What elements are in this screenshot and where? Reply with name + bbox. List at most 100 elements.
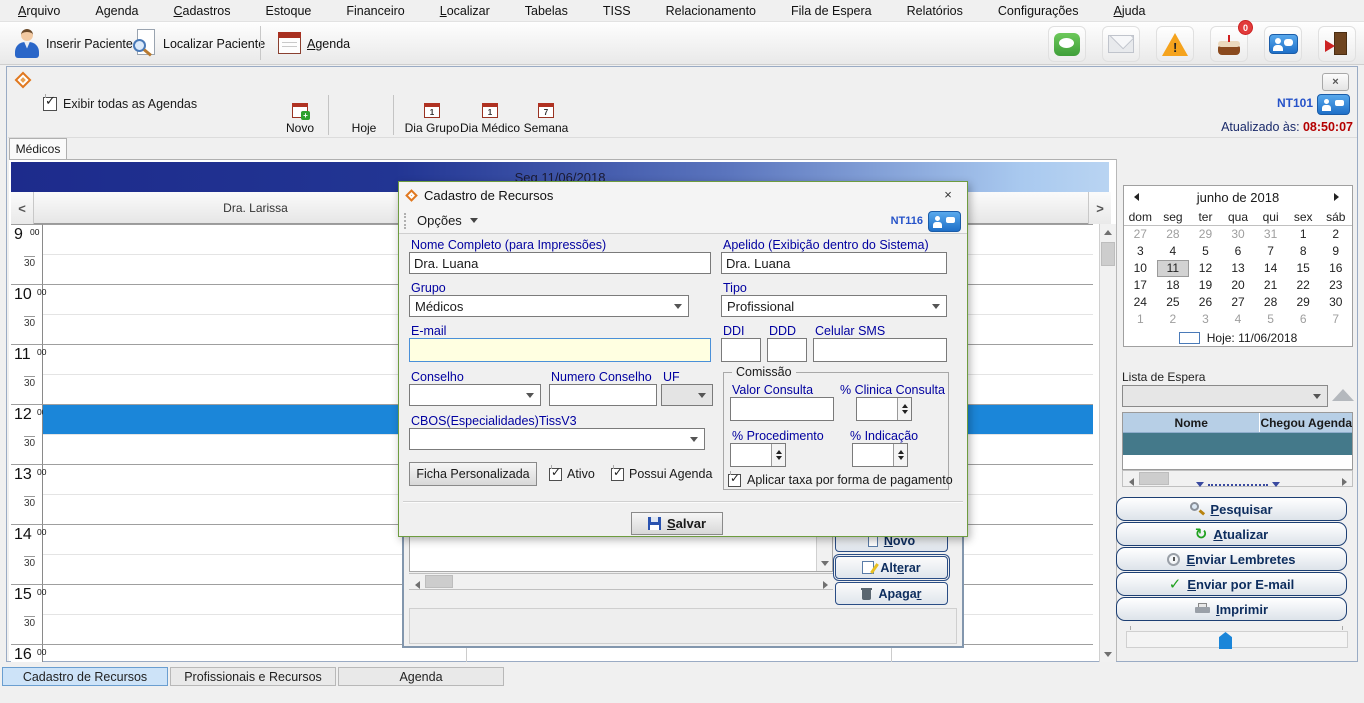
menu-item-financeiro[interactable]: Financeiro [346, 4, 404, 18]
slider-thumb[interactable] [1219, 632, 1232, 649]
alterar-button[interactable]: Alterar [835, 556, 948, 579]
enviar-email-button[interactable]: ✓ Enviar por E-mail [1116, 572, 1347, 596]
messages-icon[interactable] [1317, 94, 1350, 115]
valor-consulta-input[interactable] [730, 397, 834, 421]
panel-close-button[interactable]: × [1322, 73, 1349, 91]
salvar-button[interactable]: Salvar [631, 512, 723, 535]
tab-cadastro-de-recursos[interactable]: Cadastro de Recursos [2, 667, 168, 686]
table-row[interactable] [1123, 433, 1352, 455]
atualizar-button[interactable]: ↻ Atualizar [1116, 522, 1347, 546]
calendar-day[interactable]: 1 [1287, 226, 1320, 243]
exit-icon[interactable] [1318, 26, 1356, 62]
menu-item-relatorios[interactable]: Relatórios [907, 4, 963, 18]
messages-icon[interactable] [928, 211, 961, 232]
calendar-day[interactable]: 18 [1157, 277, 1190, 294]
scroll-up-icon[interactable] [1100, 224, 1116, 240]
calendar-day[interactable]: 28 [1157, 226, 1190, 243]
insert-patient-button[interactable]: Inserir Paciente [8, 25, 139, 62]
calendar-day[interactable]: 29 [1189, 226, 1222, 243]
menu-item-cadastros[interactable]: Cadastros [174, 4, 231, 18]
ativo-checkbox[interactable]: ✓ Ativo [549, 467, 595, 481]
calendar-day[interactable]: 6 [1287, 311, 1320, 328]
imprimir-button[interactable]: Imprimir [1116, 597, 1347, 621]
ficha-personalizada-button[interactable]: Ficha Personalizada [409, 462, 537, 486]
find-patient-button[interactable]: Localizar Paciente [127, 25, 271, 62]
menu-item-arquivo[interactable]: Arquivo [18, 4, 60, 18]
email-input[interactable] [409, 338, 711, 362]
calendar-day[interactable]: 3 [1124, 243, 1157, 260]
dia-medico-button[interactable]: 1 Dia Médico [461, 95, 519, 135]
calendar-day[interactable]: 31 [1254, 226, 1287, 243]
agenda-toolbar-button[interactable]: Agenda [272, 25, 356, 62]
calendar-day[interactable]: 5 [1189, 243, 1222, 260]
calendar-day[interactable]: 13 [1222, 260, 1255, 277]
ddd-input[interactable] [767, 338, 807, 362]
waitlist-table[interactable]: Nome Chegou Agenda [1122, 412, 1353, 470]
calendar-day[interactable]: 10 [1124, 260, 1157, 277]
ddi-input[interactable] [721, 338, 761, 362]
calendar-day[interactable]: 25 [1157, 294, 1190, 311]
today-row[interactable]: Hoje: 11/06/2018 [1124, 328, 1352, 347]
calendar-day[interactable]: 4 [1222, 311, 1255, 328]
zoom-slider[interactable] [1126, 631, 1348, 648]
menu-item-localizar[interactable]: Localizar [440, 4, 490, 18]
calendar-day[interactable]: 30 [1319, 294, 1352, 311]
menu-item-fila-de-espera[interactable]: Fila de Espera [791, 4, 872, 18]
calendar-day[interactable]: 16 [1319, 260, 1352, 277]
scrollbar-thumb[interactable] [1101, 242, 1115, 266]
calendar-day[interactable]: 9 [1319, 243, 1352, 260]
procedimento-spinner[interactable] [730, 443, 786, 467]
calendar-day[interactable]: 24 [1124, 294, 1157, 311]
menu-item-estoque[interactable]: Estoque [265, 4, 311, 18]
indicacao-spinner[interactable] [852, 443, 908, 467]
apelido-input[interactable] [721, 252, 947, 274]
calendar-day[interactable]: 22 [1287, 277, 1320, 294]
tab-medicos[interactable]: Médicos [9, 138, 67, 159]
calendar-day[interactable]: 2 [1319, 226, 1352, 243]
calendar-day[interactable]: 17 [1124, 277, 1157, 294]
mail-icon[interactable] [1102, 26, 1140, 62]
agenda-vertical-scrollbar[interactable] [1099, 224, 1116, 662]
numero-conselho-input[interactable] [549, 384, 657, 406]
calendar-day[interactable]: 6 [1222, 243, 1255, 260]
scroll-left-icon[interactable] [1125, 474, 1137, 490]
enviar-lembretes-button[interactable]: Enviar Lembretes [1116, 547, 1347, 571]
calendar-day[interactable]: 27 [1124, 226, 1157, 243]
calendar-day-selected[interactable]: 11 [1157, 260, 1190, 277]
calendar-day[interactable]: 12 [1189, 260, 1222, 277]
calendar-day[interactable]: 20 [1222, 277, 1255, 294]
scrollbar-thumb[interactable] [425, 575, 453, 588]
scroll-down-icon[interactable] [1100, 646, 1116, 662]
calendar-day[interactable]: 7 [1254, 243, 1287, 260]
scroll-right-icon[interactable] [819, 577, 831, 593]
list-horizontal-scrollbar[interactable] [409, 573, 833, 590]
show-all-agendas-checkbox[interactable]: ✓ Exibir todas as Agendas [43, 97, 197, 111]
calendar-day[interactable]: 5 [1254, 311, 1287, 328]
waitlist-dropdown[interactable] [1122, 385, 1328, 407]
grupo-select[interactable]: Médicos [409, 295, 689, 317]
conselho-select[interactable] [409, 384, 541, 406]
waitlist-expand-icon[interactable] [1332, 389, 1354, 401]
scroll-down-icon[interactable] [817, 555, 832, 571]
menu-item-tiss[interactable]: TISS [603, 4, 631, 18]
calendar-day[interactable]: 29 [1287, 294, 1320, 311]
calendar-day[interactable]: 19 [1189, 277, 1222, 294]
taxa-checkbox[interactable]: ✓ Aplicar taxa por forma de pagamento [728, 473, 953, 487]
calendar-day[interactable]: 28 [1254, 294, 1287, 311]
calendar-day[interactable]: 27 [1222, 294, 1255, 311]
semana-button[interactable]: 7 Semana [521, 95, 571, 135]
calendar-day[interactable]: 4 [1157, 243, 1190, 260]
tab-agenda[interactable]: Agenda [338, 667, 504, 686]
tab-profissionais-e-recursos[interactable]: Profissionais e Recursos [170, 667, 336, 686]
scroll-right-button[interactable]: > [1088, 192, 1111, 224]
cbos-select[interactable] [409, 428, 705, 450]
dia-grupo-button[interactable]: 1 Dia Grupo [403, 95, 461, 135]
tipo-select[interactable]: Profissional [721, 295, 947, 317]
menu-item-agenda[interactable]: Agenda [95, 4, 138, 18]
calendar-day[interactable]: 2 [1157, 311, 1190, 328]
calendar-day[interactable]: 21 [1254, 277, 1287, 294]
possui-agenda-checkbox[interactable]: ✓ Possui Agenda [611, 467, 712, 481]
menu-item-ajuda[interactable]: Ajuda [1114, 4, 1146, 18]
scroll-right-icon[interactable] [1338, 474, 1350, 490]
prev-month-icon[interactable] [1134, 193, 1142, 201]
